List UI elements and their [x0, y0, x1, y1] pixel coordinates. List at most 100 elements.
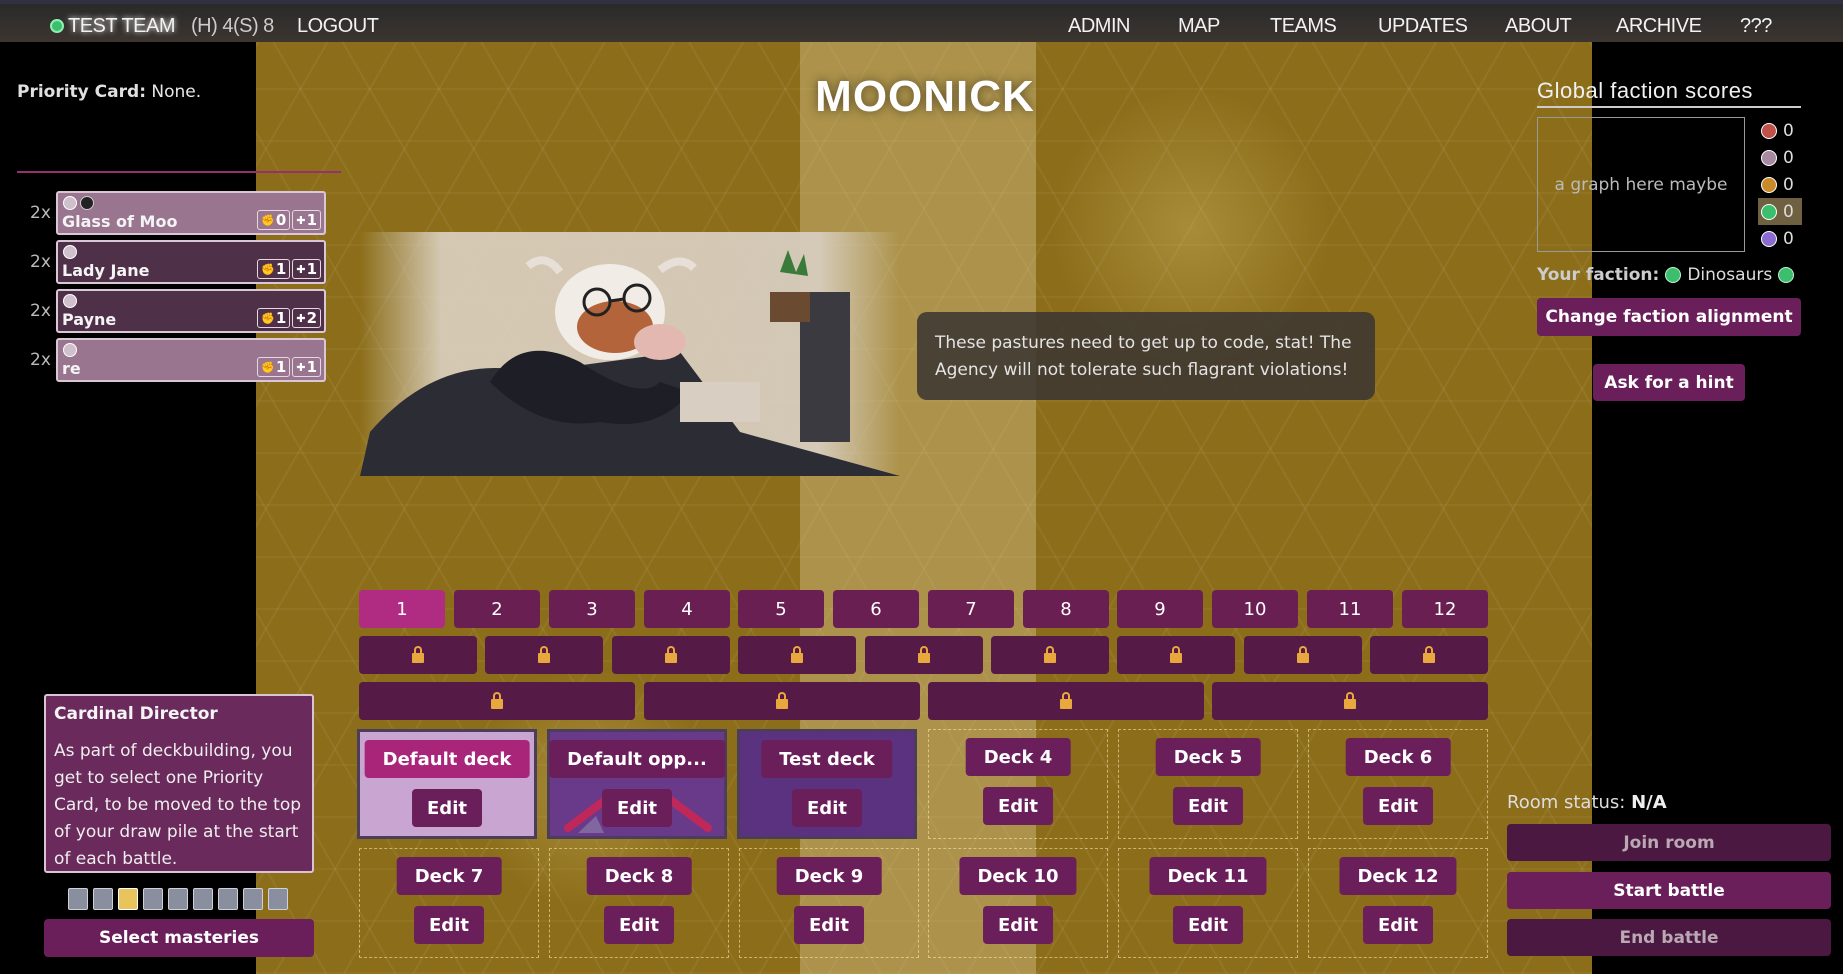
select-masteries-button[interactable]: Select masteries [44, 919, 314, 957]
fist-icon: ✊ [261, 213, 275, 227]
nav-about[interactable]: ABOUT [1505, 10, 1572, 42]
locked-slot[interactable] [1212, 682, 1488, 720]
locked-slot[interactable] [1244, 636, 1362, 674]
level-button-12[interactable]: 12 [1402, 590, 1488, 628]
change-faction-button[interactable]: Change faction alignment [1537, 298, 1801, 336]
locked-slot[interactable] [359, 682, 635, 720]
mastery-icon[interactable] [218, 888, 238, 910]
deck-card[interactable]: Glass of Moo ✊ 0 ✚ 1 [56, 191, 326, 235]
deck-name-button[interactable]: Deck 8 [586, 857, 692, 895]
mastery-icon[interactable] [268, 888, 288, 910]
deck-card[interactable]: Lady Jane ✊ 1 ✚ 1 [56, 240, 326, 284]
edit-deck-button[interactable]: Edit [794, 906, 864, 944]
deck-slot-8[interactable]: Deck 8 Edit [549, 848, 729, 958]
card-name: Payne [62, 310, 117, 329]
edit-deck-button[interactable]: Edit [1173, 906, 1243, 944]
deck-name-button[interactable]: Deck 5 [1155, 738, 1261, 776]
deck-slot-2[interactable]: Default opp... Edit [547, 729, 727, 839]
deck-slot-11[interactable]: Deck 11 Edit [1118, 848, 1298, 958]
edit-deck-button[interactable]: Edit [983, 787, 1053, 825]
locked-slot[interactable] [991, 636, 1109, 674]
deck-slot-1[interactable]: Default deck Edit [357, 729, 537, 839]
deck-card[interactable]: Payne ✊ 1 ✚ 2 [56, 289, 326, 333]
priority-label: Priority Card: [17, 82, 146, 102]
deck-slot-10[interactable]: Deck 10 Edit [928, 848, 1108, 958]
deck-card-row[interactable]: 2x re ✊ 1 ✚ 1 [30, 338, 326, 382]
mastery-icon[interactable] [243, 888, 263, 910]
deck-slot-3[interactable]: Test deck Edit [737, 729, 917, 839]
locked-slot[interactable] [738, 636, 856, 674]
deck-card[interactable]: re ✊ 1 ✚ 1 [56, 338, 326, 382]
level-button-7[interactable]: 7 [928, 590, 1014, 628]
deck-name-button[interactable]: Default opp... [549, 740, 725, 778]
fist-icon: ✊ [261, 360, 275, 374]
deck-name-button[interactable]: Deck 11 [1149, 857, 1267, 895]
level-button-1[interactable]: 1 [359, 590, 445, 628]
mastery-icon-selected[interactable] [118, 888, 138, 910]
edit-deck-button[interactable]: Edit [792, 789, 862, 827]
locked-slot[interactable] [644, 682, 920, 720]
mastery-icon[interactable] [193, 888, 213, 910]
logout-link[interactable]: LOGOUT [297, 10, 379, 42]
deck-name-button[interactable]: Deck 10 [959, 857, 1077, 895]
nav-map[interactable]: MAP [1178, 10, 1220, 42]
edit-deck-button[interactable]: Edit [414, 906, 484, 944]
nav-admin[interactable]: ADMIN [1068, 10, 1130, 42]
deck-card-row[interactable]: 2x Glass of Moo ✊ 0 ✚ 1 [30, 191, 326, 235]
edit-deck-button[interactable]: Edit [983, 906, 1053, 944]
deck-card-row[interactable]: 2x Payne ✊ 1 ✚ 2 [30, 289, 326, 333]
join-room-button[interactable]: Join room [1507, 824, 1831, 861]
start-battle-button[interactable]: Start battle [1507, 872, 1831, 909]
deck-card-row[interactable]: 2x Lady Jane ✊ 1 ✚ 1 [30, 240, 326, 284]
level-button-4[interactable]: 4 [644, 590, 730, 628]
edit-deck-button[interactable]: Edit [602, 789, 672, 827]
deck-slot-7[interactable]: Deck 7 Edit [359, 848, 539, 958]
nav-archive[interactable]: ARCHIVE [1616, 10, 1702, 42]
locked-slot[interactable] [359, 636, 477, 674]
lock-icon [791, 646, 803, 663]
locked-slot[interactable] [1370, 636, 1488, 674]
deck-slot-4[interactable]: Deck 4 Edit [928, 729, 1108, 839]
locked-slot[interactable] [928, 682, 1204, 720]
lock-icon [491, 692, 503, 709]
locked-slot[interactable] [1117, 636, 1235, 674]
level-button-11[interactable]: 11 [1307, 590, 1393, 628]
level-button-2[interactable]: 2 [454, 590, 540, 628]
faction-score-value: 0 [1783, 174, 1794, 195]
locked-slot[interactable] [485, 636, 603, 674]
deck-name-button[interactable]: Deck 9 [776, 857, 882, 895]
team-link[interactable]: TEST TEAM [50, 10, 176, 42]
deck-name-button[interactable]: Deck 12 [1339, 857, 1457, 895]
level-button-5[interactable]: 5 [738, 590, 824, 628]
nav-mystery[interactable]: ??? [1740, 10, 1772, 42]
hint-button[interactable]: Ask for a hint [1593, 364, 1745, 401]
edit-deck-button[interactable]: Edit [1173, 787, 1243, 825]
level-button-9[interactable]: 9 [1117, 590, 1203, 628]
locked-slot[interactable] [612, 636, 730, 674]
locked-slot[interactable] [865, 636, 983, 674]
edit-deck-button[interactable]: Edit [1363, 906, 1433, 944]
deck-name-button[interactable]: Test deck [761, 740, 893, 778]
deck-slot-5[interactable]: Deck 5 Edit [1118, 729, 1298, 839]
deck-slot-9[interactable]: Deck 9 Edit [739, 848, 919, 958]
level-button-10[interactable]: 10 [1212, 590, 1298, 628]
mastery-icon[interactable] [168, 888, 188, 910]
deck-name-button[interactable]: Deck 6 [1345, 738, 1451, 776]
nav-updates[interactable]: UPDATES [1378, 10, 1468, 42]
deck-slot-12[interactable]: Deck 12 Edit [1308, 848, 1488, 958]
end-battle-button[interactable]: End battle [1507, 919, 1831, 956]
level-button-8[interactable]: 8 [1023, 590, 1109, 628]
mastery-icon[interactable] [93, 888, 113, 910]
mastery-icon[interactable] [68, 888, 88, 910]
mastery-icon[interactable] [143, 888, 163, 910]
deck-slot-6[interactable]: Deck 6 Edit [1308, 729, 1488, 839]
edit-deck-button[interactable]: Edit [412, 789, 482, 827]
deck-name-button[interactable]: Deck 4 [965, 738, 1071, 776]
nav-teams[interactable]: TEAMS [1270, 10, 1337, 42]
edit-deck-button[interactable]: Edit [1363, 787, 1433, 825]
level-button-6[interactable]: 6 [833, 590, 919, 628]
deck-name-button[interactable]: Deck 7 [396, 857, 502, 895]
level-button-3[interactable]: 3 [549, 590, 635, 628]
deck-name-button[interactable]: Default deck [364, 740, 530, 778]
edit-deck-button[interactable]: Edit [604, 906, 674, 944]
